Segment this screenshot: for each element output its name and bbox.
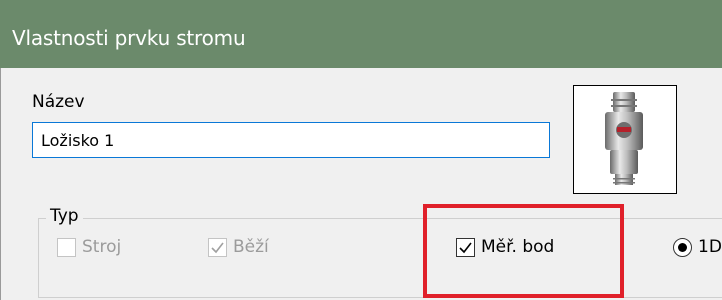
stroj-checkbox[interactable] bbox=[57, 238, 76, 257]
bezi-label: Běží bbox=[233, 237, 269, 257]
title-bar: Vlastnosti prvku stromu bbox=[0, 0, 722, 68]
name-input[interactable] bbox=[32, 122, 550, 158]
window-title: Vlastnosti prvku stromu bbox=[12, 26, 246, 50]
checkmark-icon bbox=[211, 242, 224, 254]
type-group-legend: Typ bbox=[46, 206, 83, 226]
highlight-box bbox=[423, 204, 624, 298]
sensor-image bbox=[573, 85, 677, 194]
1d-radio[interactable] bbox=[673, 238, 692, 257]
name-label: Název bbox=[32, 92, 85, 112]
1d-radio-label: 1D bbox=[698, 237, 722, 257]
stroj-label: Stroj bbox=[82, 237, 122, 257]
bezi-checkbox[interactable] bbox=[208, 238, 227, 257]
radio-dot bbox=[678, 243, 687, 252]
sensor-icon bbox=[605, 92, 643, 185]
